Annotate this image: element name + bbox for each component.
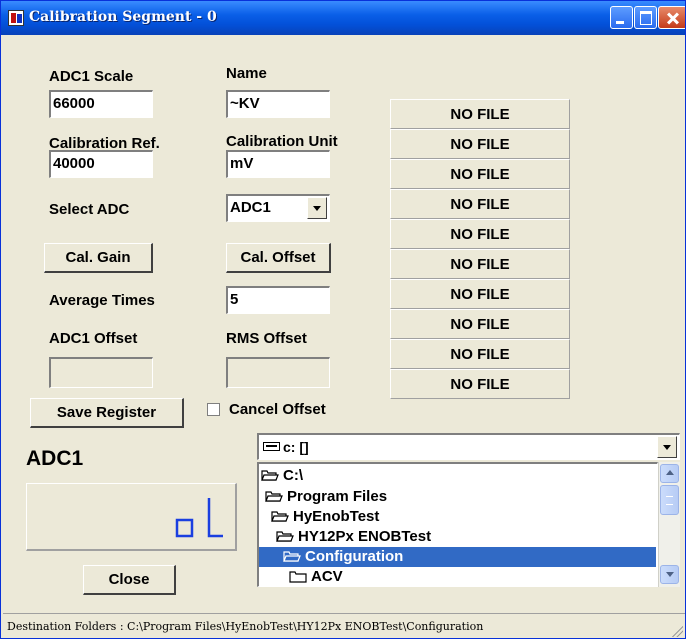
select-adc-dropdown[interactable]: ADC1 [226,194,330,222]
adc1-offset-field[interactable] [49,357,153,388]
open-folder-icon [276,530,294,542]
file-slot[interactable]: NO FILE [390,189,570,219]
adc-display-label: ADC1 [26,447,84,470]
scroll-up-icon[interactable] [660,464,679,483]
file-slot[interactable]: NO FILE [390,129,570,159]
folder-item[interactable]: Program Files [265,487,387,507]
folder-item-selected[interactable]: Configuration [259,547,656,567]
rms-offset-field[interactable] [226,357,330,388]
name-label: Name [226,65,267,82]
folder-item[interactable]: ACV [289,567,343,586]
calibration-unit-field[interactable]: mV [226,150,330,178]
adc1-scale-label: ADC1 Scale [49,68,134,85]
save-register-button[interactable]: Save Register [30,398,184,428]
file-slot[interactable]: NO FILE [390,219,570,249]
drive-value: c: [] [283,439,309,455]
maximize-button[interactable] [634,6,657,29]
drive-icon [263,442,280,451]
adc1-scale-field[interactable]: 66000 [49,90,153,118]
folder-item[interactable]: C:\ [261,466,303,486]
chevron-down-icon[interactable] [657,436,677,458]
scroll-thumb[interactable] [660,485,679,515]
average-times-label: Average Times [49,292,155,309]
folder-list[interactable]: C:\ Program Files HyEnobTest HY12Px ENOB… [257,462,658,587]
file-slot[interactable]: NO FILE [390,369,570,399]
file-slot[interactable]: NO FILE [390,339,570,369]
open-folder-icon [283,550,301,562]
cancel-offset-checkbox[interactable] [207,403,220,416]
open-folder-icon [261,469,279,481]
minimize-button[interactable] [610,6,633,29]
app-icon [8,10,24,26]
cal-offset-button[interactable]: Cal. Offset [226,243,331,273]
calibration-unit-label: Calibration Unit [226,133,338,150]
select-adc-label: Select ADC [49,201,130,218]
average-times-field[interactable]: 5 [226,286,330,314]
calibration-ref-field[interactable]: 40000 [49,150,153,178]
file-list: NO FILE NO FILE NO FILE NO FILE NO FILE … [390,99,570,399]
cal-gain-button[interactable]: Cal. Gain [44,243,153,273]
open-folder-icon [271,510,289,522]
rms-offset-label: RMS Offset [226,330,307,347]
adc1-offset-label: ADC1 Offset [49,330,138,347]
folder-icon [289,570,307,583]
cancel-offset-label: Cancel Offset [229,401,326,418]
drive-selector[interactable]: c: [] [257,433,680,460]
folder-item[interactable]: HyEnobTest [271,507,379,527]
scroll-down-icon[interactable] [660,565,679,584]
open-folder-icon [265,490,283,502]
name-field[interactable]: ~KV [226,90,330,118]
folder-list-scrollbar[interactable] [658,462,680,587]
file-slot[interactable]: NO FILE [390,279,570,309]
status-bar: Destination Folders : C:\Program Files\H… [3,613,685,637]
calibration-window: Calibration Segment - 0 ADC1 Scale 66000… [0,0,686,639]
file-slot[interactable]: NO FILE [390,99,570,129]
folder-item[interactable]: HY12Px ENOBTest [276,527,431,547]
chevron-down-icon[interactable] [307,197,327,219]
select-adc-value: ADC1 [230,199,271,216]
file-slot[interactable]: NO FILE [390,249,570,279]
file-slot[interactable]: NO FILE [390,159,570,189]
adc-readout-display: oL [26,483,237,551]
file-slot[interactable]: NO FILE [390,309,570,339]
close-button[interactable]: Close [83,565,176,595]
close-window-button[interactable] [658,6,685,29]
window-title: Calibration Segment - 0 [29,9,217,25]
resize-grip-icon[interactable] [669,623,683,637]
title-bar[interactable]: Calibration Segment - 0 [1,1,685,35]
